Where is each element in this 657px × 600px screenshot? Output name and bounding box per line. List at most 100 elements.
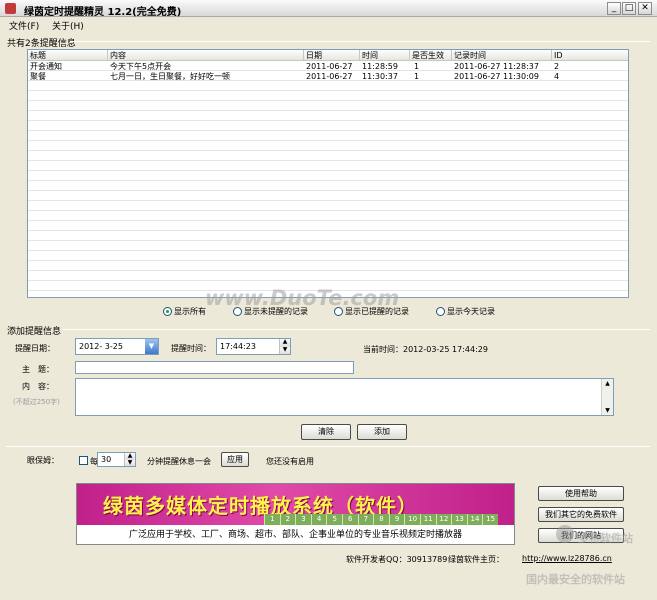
screensaver-label: 眼保姆：: [27, 456, 59, 465]
radio-show-today[interactable]: 显示今天记录: [436, 306, 495, 317]
cell-active: 1: [414, 72, 420, 81]
date-value: 2012- 3-25: [79, 342, 123, 351]
divider: [62, 329, 650, 330]
title-bar: 绿茵定时提醒精灵 12.2(完全免费) _ □ ✕: [0, 0, 657, 18]
app-icon: [5, 3, 16, 14]
column-header[interactable]: 内容: [108, 50, 304, 61]
minimize-button[interactable]: _: [607, 2, 621, 15]
banner-number: 6: [341, 514, 358, 525]
screensaver-checkbox[interactable]: [79, 456, 88, 465]
banner-number: 5: [326, 514, 342, 525]
current-time: 当前时间：2012-03-25 17:44:29: [363, 345, 488, 354]
cell-time: 11:28:59: [362, 62, 398, 71]
table-header: 标题 内容 日期 时间 是否生效 记录时间 ID: [28, 50, 628, 61]
cell-time: 11:30:37: [362, 72, 398, 81]
banner-number: 3: [295, 514, 311, 525]
apply-button[interactable]: 应用: [221, 452, 249, 467]
banner-number: 1: [264, 514, 280, 525]
homepage-link[interactable]: http://www.lz28786.cn: [522, 554, 612, 563]
banner-number: 11: [419, 514, 436, 525]
spin-down-icon[interactable]: ▼: [124, 460, 135, 466]
corner-watermark-bottom: 国内最安全的软件站: [526, 573, 625, 586]
scroll-down-icon[interactable]: ▼: [602, 406, 613, 415]
duote-logo-icon: [556, 525, 574, 543]
column-header[interactable]: ID: [552, 50, 628, 61]
developer-qq: 软件开发者QQ：30913789: [346, 555, 448, 564]
banner-number: 14: [466, 514, 483, 525]
close-button[interactable]: ✕: [638, 2, 652, 15]
scroll-up-icon[interactable]: ▲: [602, 379, 613, 388]
reminder-table[interactable]: 标题 内容 日期 时间 是否生效 记录时间 ID 开会通知 今天下午5点开会 2…: [27, 49, 629, 298]
interval-suffix: 分钟提醒休息一会: [147, 457, 211, 466]
cell-id: 2: [554, 62, 560, 71]
radio-selected-icon: [163, 307, 172, 316]
calendar-dropdown-icon[interactable]: ▼: [145, 339, 158, 354]
column-header[interactable]: 日期: [304, 50, 360, 61]
clear-button[interactable]: 清除: [301, 424, 351, 440]
promo-banner[interactable]: 绿茵多媒体定时播放系统（软件） 1 2 3 4 5 6 7 8 9 10 11 …: [76, 483, 515, 545]
radio-icon: [436, 307, 445, 316]
minutes-value: 30: [101, 455, 112, 464]
cell-record-time: 2011-06-27 11:28:37: [454, 62, 539, 71]
radio-label: 显示今天记录: [447, 307, 495, 316]
add-button[interactable]: 添加: [357, 424, 407, 440]
minutes-stepper[interactable]: 30 ▲ ▼: [97, 452, 136, 467]
banner-subtitle: 广泛应用于学校、工厂、商场、超市、部队、企事业单位的专业音乐视频定时播放器: [77, 525, 514, 544]
column-header[interactable]: 标题: [28, 50, 108, 61]
time-picker[interactable]: 17:44:23 ▲ ▼: [216, 338, 291, 355]
free-software-button[interactable]: 我们其它的免费软件: [538, 507, 624, 522]
cell-title: 聚餐: [30, 72, 46, 81]
radio-label: 显示所有: [174, 307, 206, 316]
menu-about[interactable]: 关于(H): [52, 19, 84, 32]
reminder-summary: 共有2条提醒信息: [7, 39, 76, 49]
banner-number: 15: [482, 514, 498, 525]
corner-watermark-top: 多特软件站: [578, 532, 633, 545]
time-label: 提醒时间：: [171, 344, 211, 353]
maximize-button[interactable]: □: [622, 2, 636, 15]
radio-show-all[interactable]: 显示所有: [163, 306, 206, 317]
divider: [70, 41, 650, 42]
time-value: 17:44:23: [220, 342, 256, 351]
menu-file[interactable]: 文件(F): [9, 19, 39, 32]
menu-bar: 文件(F) 关于(H): [0, 17, 657, 33]
cell-content: 今天下午5点开会: [110, 62, 172, 71]
cell-active: 1: [414, 62, 420, 71]
banner-number: 8: [373, 514, 389, 525]
homepage-label: 绿茵软件主页：: [448, 555, 504, 564]
column-header[interactable]: 是否生效: [410, 50, 452, 61]
subject-label: 主 题：: [22, 365, 54, 374]
content-field[interactable]: ▲ ▼: [75, 378, 614, 416]
duote-watermark: www.DuoTe.com: [205, 286, 400, 310]
column-header[interactable]: 记录时间: [452, 50, 552, 61]
banner-number-strip: 1 2 3 4 5 6 7 8 9 10 11 12 13 14 15: [264, 514, 498, 525]
cell-content: 七月一日，生日聚餐，好好吃一顿: [110, 72, 230, 81]
divider: [6, 446, 650, 447]
cell-date: 2011-06-27: [306, 62, 353, 71]
add-group-label: 添加提醒信息: [7, 327, 62, 337]
content-scrollbar[interactable]: ▲ ▼: [601, 379, 613, 415]
banner-number: 7: [357, 514, 374, 525]
column-header[interactable]: 时间: [360, 50, 410, 61]
banner-number: 12: [435, 514, 452, 525]
content-hint: (不超过250字): [13, 398, 60, 406]
cell-id: 4: [554, 72, 560, 81]
cell-title: 开会通知: [30, 62, 62, 71]
banner-number: 4: [310, 514, 327, 525]
spin-down-icon[interactable]: ▼: [279, 347, 290, 354]
banner-number: 10: [404, 514, 420, 525]
date-picker[interactable]: 2012- 3-25 ▼: [75, 338, 159, 355]
table-row[interactable]: 聚餐 七月一日，生日聚餐，好好吃一顿 2011-06-27 11:30:37 1…: [28, 72, 628, 82]
banner-number: 13: [451, 514, 467, 525]
screensaver-status: 您还没有启用: [266, 457, 314, 466]
content-label: 内 容：: [22, 382, 54, 391]
app-window: 绿茵定时提醒精灵 12.2(完全免费) _ □ ✕ 文件(F) 关于(H) 共有…: [0, 0, 657, 600]
banner-top: 绿茵多媒体定时播放系统（软件） 1 2 3 4 5 6 7 8 9 10 11 …: [77, 484, 514, 525]
table-body: 开会通知 今天下午5点开会 2011-06-27 11:28:59 1 2011…: [28, 61, 628, 297]
window-title: 绿茵定时提醒精灵 12.2(完全免费): [24, 7, 182, 18]
subject-field[interactable]: [75, 361, 354, 374]
table-row[interactable]: 开会通知 今天下午5点开会 2011-06-27 11:28:59 1 2011…: [28, 62, 628, 72]
banner-number: 9: [388, 514, 405, 525]
cell-date: 2011-06-27: [306, 72, 353, 81]
help-button[interactable]: 使用帮助: [538, 486, 624, 501]
cell-record-time: 2011-06-27 11:30:09: [454, 72, 539, 81]
